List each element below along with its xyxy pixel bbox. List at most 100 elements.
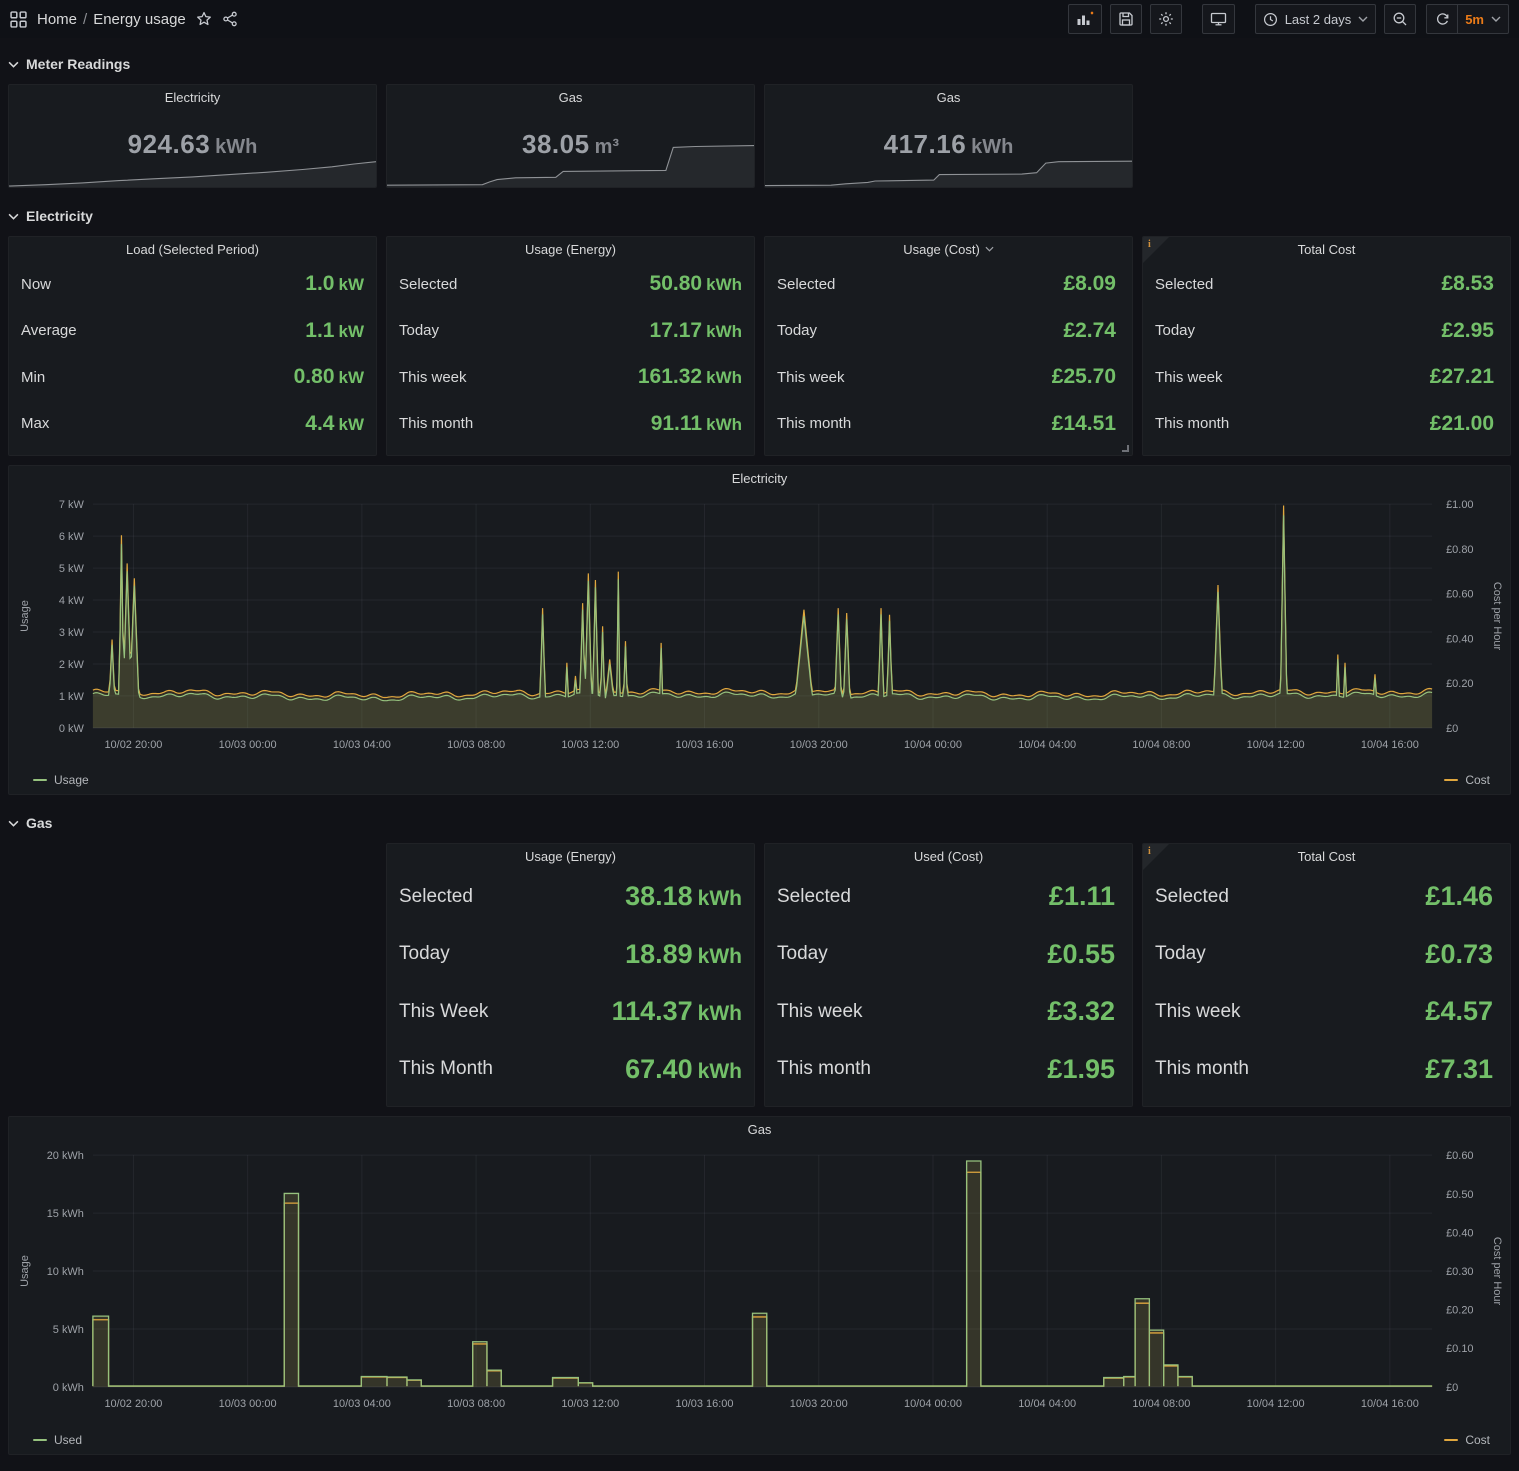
- panel-electricity-total-cost[interactable]: i Total Cost Selected £8.53 Today £2.95 …: [1142, 236, 1511, 456]
- panel-load-selected-period[interactable]: Load (Selected Period) Now 1.0kW Average…: [8, 236, 377, 456]
- stat-value: £3.32: [1047, 996, 1120, 1027]
- stat-value: £2.95: [1441, 319, 1498, 343]
- usage-series-swatch: [33, 779, 47, 781]
- legend-item-used[interactable]: Used: [33, 1433, 82, 1447]
- stat-label: Today: [399, 322, 439, 339]
- add-panel-button[interactable]: [1068, 4, 1102, 34]
- dashboard-settings-button[interactable]: [1150, 4, 1182, 34]
- chevron-down-icon: [8, 61, 19, 68]
- electricity-time-series-chart[interactable]: 0 kW1 kW2 kW3 kW4 kW5 kW6 kW7 kW£0£0.20£…: [9, 490, 1510, 772]
- panel-title[interactable]: Electricity: [9, 466, 1510, 490]
- stat-row: This month £1.95: [777, 1054, 1120, 1085]
- breadcrumb: Home / Energy usage: [10, 11, 238, 28]
- stat-value: 91.11kWh: [651, 412, 742, 436]
- section-header-meter-readings[interactable]: Meter Readings: [8, 50, 1511, 78]
- time-range-picker[interactable]: Last 2 days: [1255, 4, 1377, 34]
- section-title: Gas: [26, 815, 52, 831]
- panel-title[interactable]: Gas: [387, 85, 754, 109]
- panel-electricity-meter[interactable]: Electricity 924.63kWh: [8, 84, 377, 188]
- svg-text:10 kWh: 10 kWh: [47, 1266, 84, 1278]
- panel-gas-kwh-meter[interactable]: Gas 417.16kWh: [764, 84, 1133, 188]
- svg-text:10/03 00:00: 10/03 00:00: [219, 739, 277, 751]
- panel-title[interactable]: Usage (Energy): [387, 237, 754, 261]
- svg-text:10/03 00:00: 10/03 00:00: [219, 1398, 277, 1410]
- breadcrumb-current[interactable]: Energy usage: [93, 11, 186, 28]
- panel-info-corner-icon[interactable]: i: [1143, 237, 1169, 263]
- svg-text:Cost per Hour: Cost per Hour: [1491, 1237, 1503, 1306]
- breadcrumb-separator: /: [83, 11, 87, 28]
- svg-text:£0.40: £0.40: [1446, 1227, 1473, 1239]
- panel-gas-usage-energy[interactable]: Usage (Energy) Selected 38.18kWh Today 1…: [386, 843, 755, 1107]
- stat-value: 4.4kW: [305, 412, 364, 436]
- panel-info-corner-icon[interactable]: i: [1143, 844, 1169, 870]
- panel-gas-total-cost[interactable]: i Total Cost Selected £1.46 Today £0.73 …: [1142, 843, 1511, 1107]
- gas-stats-row: Usage (Energy) Selected 38.18kWh Today 1…: [8, 843, 1511, 1107]
- section-title: Electricity: [26, 208, 93, 224]
- zoom-out-time-button[interactable]: [1384, 4, 1416, 34]
- chevron-down-icon: [8, 213, 19, 220]
- svg-text:10/03 20:00: 10/03 20:00: [790, 739, 848, 751]
- stat-label: Selected: [777, 276, 835, 293]
- save-dashboard-button[interactable]: [1110, 4, 1142, 34]
- stat-value: £21.00: [1430, 412, 1498, 436]
- legend-item-cost[interactable]: Cost: [1444, 773, 1490, 787]
- panel-title[interactable]: Used (Cost): [765, 844, 1132, 868]
- panel-title[interactable]: Usage (Cost): [765, 237, 1132, 261]
- panel-resize-handle[interactable]: [1122, 445, 1129, 452]
- panel-gas-m3-meter[interactable]: Gas 38.05m³: [386, 84, 755, 188]
- legend-item-cost[interactable]: Cost: [1444, 1433, 1490, 1447]
- stat-label: This Month: [399, 1058, 493, 1080]
- meter-reading-value: 38.05m³: [387, 129, 754, 160]
- stat-value: £7.31: [1425, 1054, 1498, 1085]
- breadcrumb-home[interactable]: Home: [37, 11, 77, 28]
- svg-text:15 kWh: 15 kWh: [47, 1208, 84, 1220]
- stat-label: This week: [777, 369, 845, 386]
- stat-label: This week: [777, 1001, 863, 1023]
- svg-text:0 kW: 0 kW: [59, 723, 85, 735]
- panel-title[interactable]: Load (Selected Period): [9, 237, 376, 261]
- panel-electricity-usage-energy[interactable]: Usage (Energy) Selected 50.80kWh Today 1…: [386, 236, 755, 456]
- panel-title-text: Gas: [748, 1122, 772, 1137]
- dashboards-grid-icon[interactable]: [10, 11, 27, 28]
- svg-text:10/03 12:00: 10/03 12:00: [561, 739, 619, 751]
- svg-text:10/04 04:00: 10/04 04:00: [1018, 1398, 1076, 1410]
- section-header-gas[interactable]: Gas: [8, 809, 1511, 837]
- panel-electricity-chart[interactable]: Electricity 0 kW1 kW2 kW3 kW4 kW5 kW6 kW…: [8, 465, 1511, 795]
- svg-text:4 kW: 4 kW: [59, 595, 85, 607]
- panel-title[interactable]: Electricity: [9, 85, 376, 109]
- stat-row: Selected £1.11: [777, 881, 1120, 912]
- panel-title[interactable]: Total Cost: [1143, 844, 1510, 868]
- refresh-button[interactable]: [1426, 4, 1458, 34]
- stat-row: This week £4.57: [1155, 996, 1498, 1027]
- refresh-interval-picker[interactable]: 5m: [1458, 4, 1509, 34]
- cost-series-swatch: [1444, 779, 1458, 781]
- electricity-chart-legend: Usage Cost: [9, 772, 1510, 792]
- panel-title[interactable]: Usage (Energy): [387, 844, 754, 868]
- favorite-star-icon[interactable]: [196, 11, 212, 27]
- share-icon[interactable]: [222, 11, 238, 27]
- section-header-electricity[interactable]: Electricity: [8, 202, 1511, 230]
- top-navigation-bar: Home / Energy usage: [0, 0, 1519, 38]
- stat-label: Now: [21, 276, 51, 293]
- chevron-down-icon: [1358, 16, 1368, 22]
- stat-row: Today 17.17kWh: [399, 319, 742, 343]
- panel-title[interactable]: Total Cost: [1143, 237, 1510, 261]
- gas-bar-chart[interactable]: 0 kWh5 kWh10 kWh15 kWh20 kWh£0£0.10£0.20…: [9, 1141, 1510, 1432]
- panel-menu-chevron-icon[interactable]: [985, 246, 994, 252]
- svg-text:5 kWh: 5 kWh: [53, 1324, 84, 1336]
- chevron-down-icon: [8, 820, 19, 827]
- svg-text:6 kW: 6 kW: [59, 531, 85, 543]
- stat-row: This Month 67.40kWh: [399, 1054, 742, 1085]
- panel-gas-chart[interactable]: Gas 0 kWh5 kWh10 kWh15 kWh20 kWh£0£0.10£…: [8, 1116, 1511, 1455]
- svg-text:2 kW: 2 kW: [59, 659, 85, 671]
- panel-gas-used-cost[interactable]: Used (Cost) Selected £1.11 Today £0.55 T…: [764, 843, 1133, 1107]
- legend-item-usage[interactable]: Usage: [33, 773, 89, 787]
- panel-title[interactable]: Gas: [765, 85, 1132, 109]
- tv-mode-button[interactable]: [1202, 4, 1235, 34]
- stat-label: This month: [399, 415, 473, 432]
- stat-label: Selected: [1155, 886, 1229, 908]
- svg-text:1 kW: 1 kW: [59, 691, 85, 703]
- panel-title-text: Gas: [937, 90, 961, 105]
- panel-title[interactable]: Gas: [9, 1117, 1510, 1141]
- panel-electricity-usage-cost[interactable]: Usage (Cost) Selected £8.09 Today £2.74 …: [764, 236, 1133, 456]
